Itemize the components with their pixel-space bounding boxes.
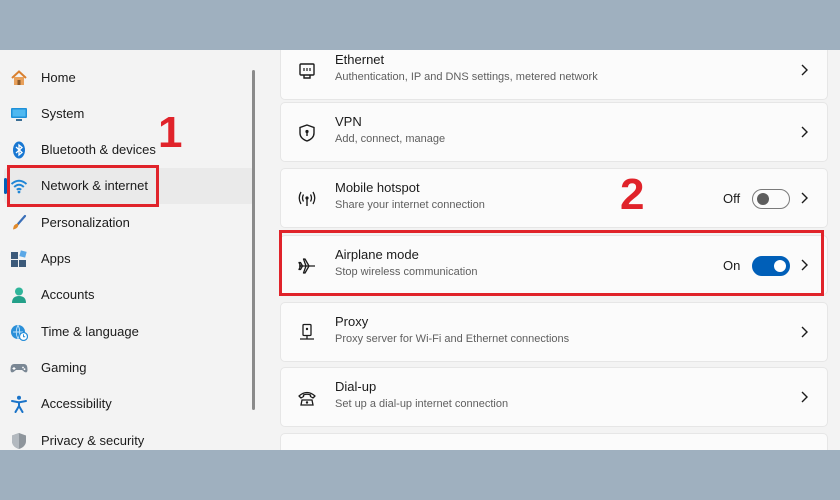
sidebar-item-label: Accessibility <box>41 396 112 411</box>
sidebar-item-label: Privacy & security <box>41 433 145 448</box>
vpn-shield-icon <box>299 124 315 142</box>
accessibility-icon <box>11 395 27 413</box>
hotspot-icon <box>298 191 316 206</box>
settings-card-partial[interactable] <box>280 433 828 450</box>
sidebar-item-time-language[interactable]: Time & language <box>4 314 254 350</box>
chevron-right-icon <box>801 192 808 204</box>
sidebar-item-label: Bluetooth & devices <box>41 142 156 157</box>
card-title: Proxy <box>335 314 369 329</box>
time-language-icon <box>11 324 28 341</box>
settings-card-proxy[interactable]: Proxy Proxy server for Wi-Fi and Etherne… <box>280 302 828 362</box>
sidebar-item-privacy[interactable]: Privacy & security <box>4 423 254 450</box>
settings-card-ethernet[interactable]: Ethernet Authentication, IP and DNS sett… <box>280 50 828 100</box>
sidebar-item-label: Home <box>41 70 76 85</box>
brush-icon <box>13 214 27 230</box>
dialup-icon <box>298 391 316 406</box>
chevron-right-icon <box>801 64 808 76</box>
sidebar-item-personalization[interactable]: Personalization <box>4 205 254 241</box>
home-icon <box>11 70 27 85</box>
sidebar-item-home[interactable]: Home <box>4 60 254 96</box>
card-title: Ethernet <box>335 52 385 67</box>
toggle-state-label: Off <box>723 191 741 206</box>
settings-card-vpn[interactable]: VPN Add, connect, manage <box>280 102 828 162</box>
gaming-icon <box>10 364 28 373</box>
system-icon <box>11 108 27 121</box>
annotation-number-2: 2 <box>620 170 645 219</box>
card-description: Proxy server for Wi-Fi and Ethernet conn… <box>335 333 570 345</box>
card-title: Dial-up <box>335 379 377 394</box>
sidebar-item-label: Apps <box>41 251 71 266</box>
accounts-icon <box>12 287 26 303</box>
apps-icon <box>11 250 27 267</box>
proxy-icon <box>300 323 314 340</box>
annotation-box-network <box>7 165 159 207</box>
chevron-right-icon <box>801 326 808 338</box>
chevron-right-icon <box>801 126 808 138</box>
settings-window: Home System Bluetooth & devices Network … <box>0 50 840 450</box>
annotation-number-1: 1 <box>158 108 183 157</box>
ethernet-icon <box>299 63 315 79</box>
sidebar-item-accessibility[interactable]: Accessibility <box>4 386 254 422</box>
sidebar-item-label: Time & language <box>41 324 139 339</box>
card-description: Authentication, IP and DNS settings, met… <box>335 71 598 83</box>
bluetooth-icon <box>13 141 25 159</box>
sidebar-nav: Home System Bluetooth & devices Network … <box>0 50 255 450</box>
card-title: VPN <box>335 114 362 129</box>
sidebar-item-label: Personalization <box>41 215 130 230</box>
mobile-hotspot-toggle[interactable] <box>752 189 790 209</box>
sidebar-item-label: Gaming <box>41 360 87 375</box>
card-title: Mobile hotspot <box>335 180 420 195</box>
sidebar-item-gaming[interactable]: Gaming <box>4 350 254 386</box>
chevron-right-icon <box>801 391 808 403</box>
card-description: Set up a dial-up internet connection <box>335 398 509 410</box>
sidebar-item-label: System <box>41 106 85 121</box>
sidebar-item-bluetooth[interactable]: Bluetooth & devices <box>4 132 254 168</box>
settings-card-mobile-hotspot[interactable]: Mobile hotspot Share your internet conne… <box>280 168 828 228</box>
sidebar-item-accounts[interactable]: Accounts <box>4 277 254 313</box>
shield-icon <box>12 433 26 449</box>
sidebar-item-system[interactable]: System <box>4 96 254 132</box>
sidebar-item-apps[interactable]: Apps <box>4 241 254 277</box>
sidebar-item-label: Accounts <box>41 287 95 302</box>
card-description: Share your internet connection <box>335 199 485 211</box>
card-description: Add, connect, manage <box>335 133 446 145</box>
sidebar-scrollbar[interactable] <box>252 70 255 410</box>
toggle-knob <box>757 193 769 205</box>
annotation-box-airplane <box>279 230 824 296</box>
settings-card-dial-up[interactable]: Dial-up Set up a dial-up internet connec… <box>280 367 828 427</box>
